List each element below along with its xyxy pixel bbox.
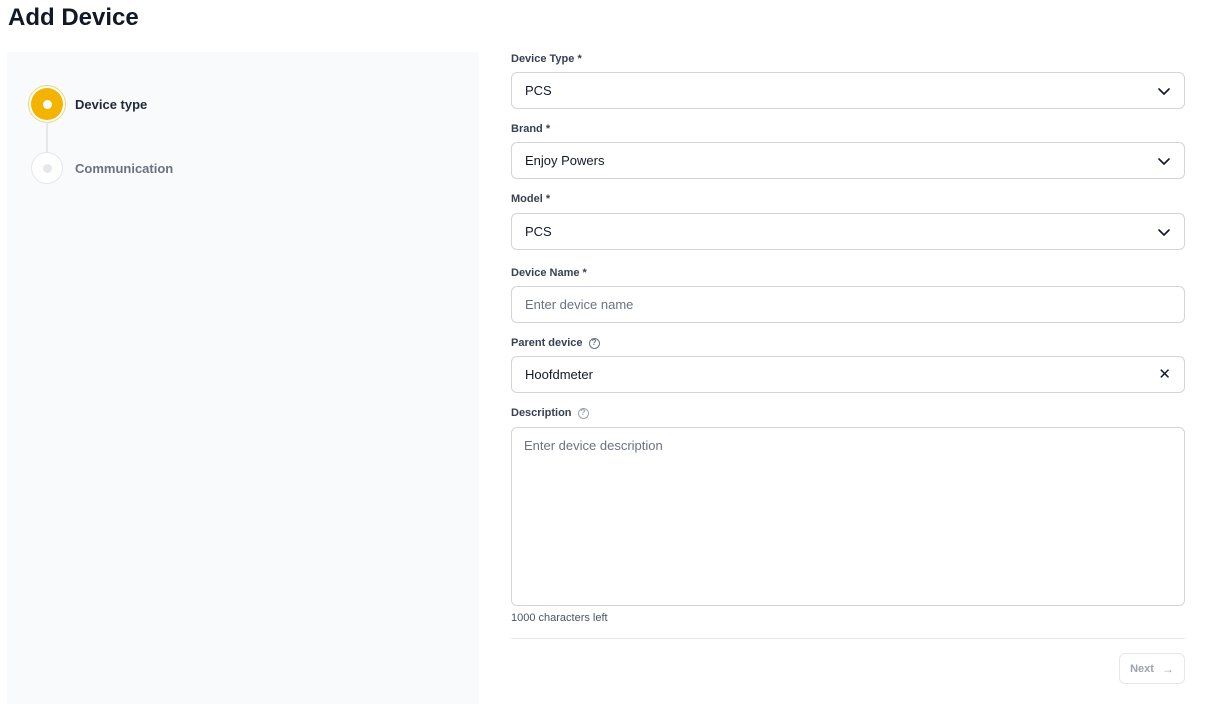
chevron-down-icon bbox=[1158, 157, 1170, 165]
help-icon[interactable]: ? bbox=[588, 337, 600, 349]
step-connector bbox=[46, 122, 48, 152]
step-device-type[interactable]: Device type bbox=[31, 88, 147, 120]
form-divider bbox=[511, 638, 1185, 639]
chevron-down-icon bbox=[1158, 228, 1170, 236]
step-communication[interactable]: Communication bbox=[31, 152, 173, 184]
device-type-label: Device Type * bbox=[511, 53, 582, 65]
chevron-down-icon bbox=[1158, 87, 1170, 95]
device-type-select[interactable]: PCS bbox=[511, 72, 1185, 109]
device-type-value: PCS bbox=[525, 83, 552, 98]
parent-device-label: Parent device ? bbox=[511, 336, 600, 350]
page-title: Add Device bbox=[8, 4, 139, 31]
device-name-input[interactable]: Enter device name bbox=[511, 286, 1185, 323]
brand-label: Brand * bbox=[511, 123, 551, 135]
stepper-panel: Device type Communication bbox=[7, 52, 479, 704]
step-active-indicator-icon bbox=[31, 88, 63, 120]
next-button-label: Next bbox=[1130, 662, 1154, 675]
help-icon[interactable]: ? bbox=[577, 407, 589, 419]
next-button[interactable]: Next → bbox=[1119, 653, 1185, 684]
brand-select[interactable]: Enjoy Powers bbox=[511, 142, 1185, 179]
model-value: PCS bbox=[525, 224, 552, 239]
arrow-right-icon: → bbox=[1161, 661, 1174, 676]
step-label: Communication bbox=[75, 160, 174, 176]
model-label: Model * bbox=[511, 193, 551, 205]
description-placeholder: Enter device description bbox=[524, 438, 663, 453]
description-label: Description ? bbox=[511, 406, 589, 420]
description-char-count: 1000 characters left bbox=[511, 612, 608, 624]
step-inactive-indicator-icon bbox=[31, 152, 63, 184]
parent-device-value: Hoofdmeter bbox=[525, 367, 593, 382]
description-textarea[interactable]: Enter device description bbox=[511, 427, 1185, 606]
brand-value: Enjoy Powers bbox=[525, 153, 605, 168]
device-name-label: Device Name * bbox=[511, 267, 587, 279]
parent-device-select[interactable]: Hoofdmeter ✕ bbox=[511, 356, 1185, 393]
device-name-placeholder: Enter device name bbox=[525, 297, 634, 312]
clear-icon[interactable]: ✕ bbox=[1158, 367, 1171, 382]
step-label: Device type bbox=[75, 96, 148, 112]
model-select[interactable]: PCS bbox=[511, 213, 1185, 250]
